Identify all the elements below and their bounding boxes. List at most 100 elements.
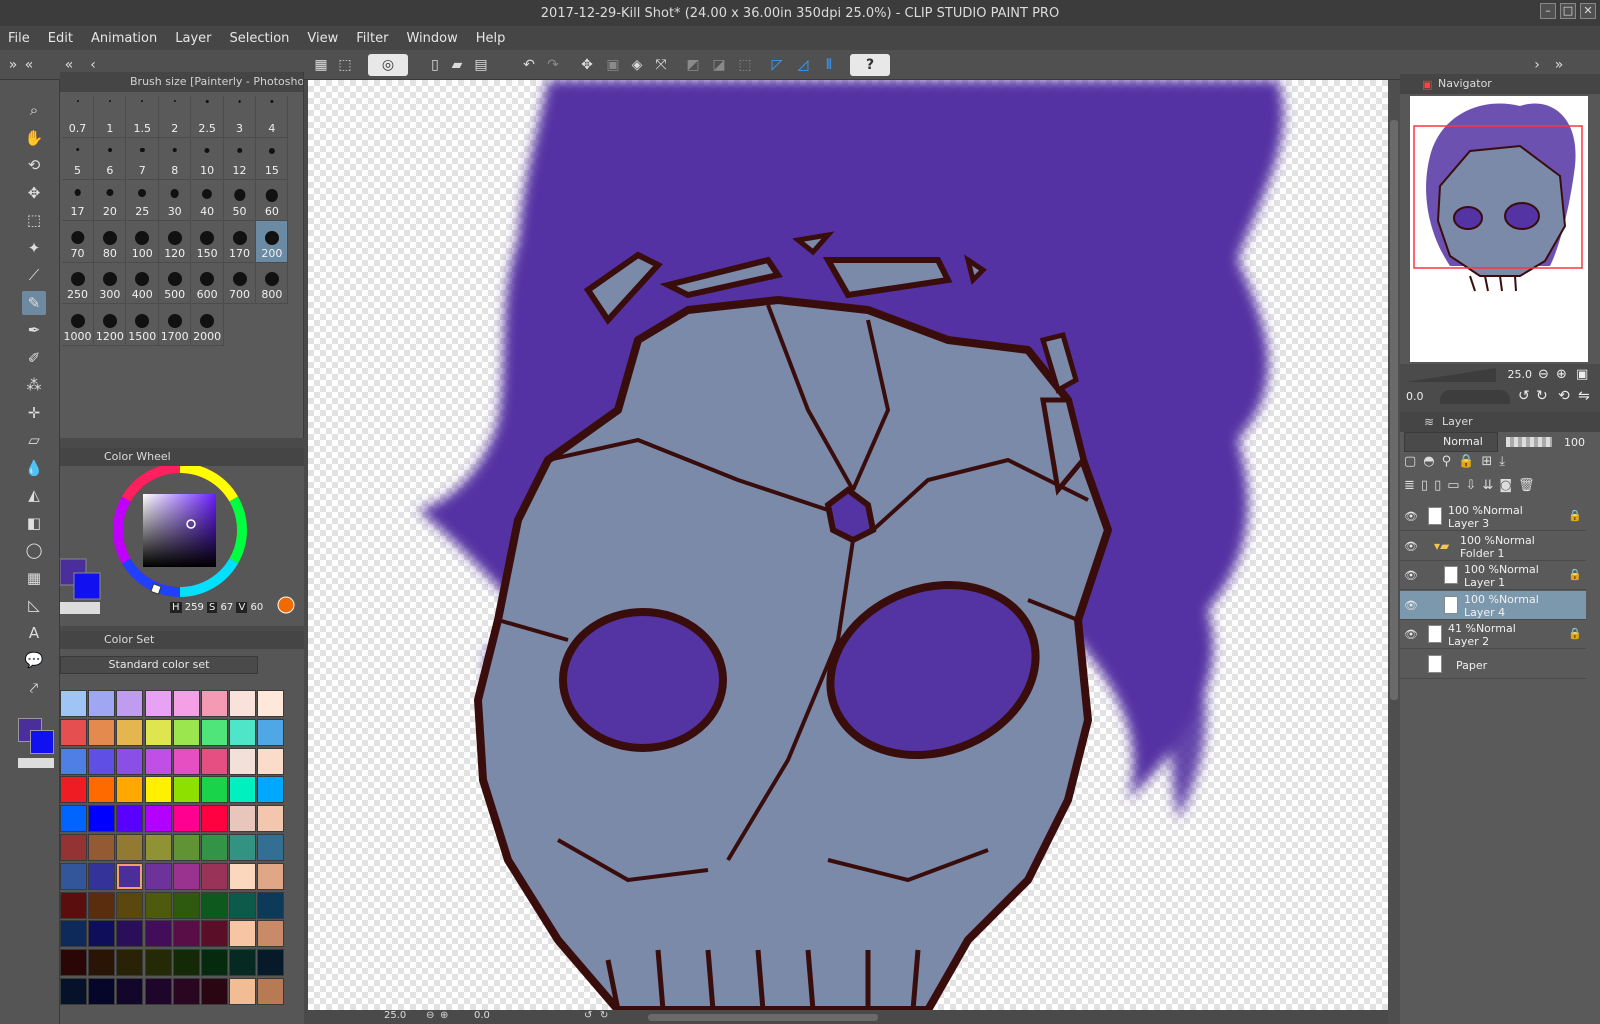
color-swatch[interactable] (257, 920, 285, 948)
color-swatch[interactable] (116, 891, 144, 919)
new-vector-layer-icon[interactable]: ▯ (1434, 478, 1447, 493)
color-swatch[interactable] (60, 920, 87, 948)
navigator-reset-rotation-icon[interactable]: ⟲ (1558, 388, 1570, 404)
color-set-dropdown[interactable]: Standard color set (60, 656, 258, 674)
color-swatch[interactable] (116, 920, 144, 948)
lock-transparency-icon[interactable]: ⊞ (1481, 454, 1499, 469)
clip-icon[interactable]: ⤓ (1499, 454, 1512, 469)
clear-selection-icon[interactable]: ▣ (604, 56, 622, 74)
decoration-icon[interactable]: ✛ (22, 401, 46, 425)
navigator-flip-icon[interactable]: ⇋ (1578, 388, 1590, 404)
maximize-icon[interactable]: □ (1560, 3, 1576, 19)
brush-size-8[interactable]: 8 (159, 137, 192, 180)
scale-icon[interactable]: ⤧ (652, 56, 670, 74)
ellipse-icon[interactable]: ◯ (22, 538, 46, 562)
collapse-left-icon-2[interactable]: « (20, 56, 38, 74)
brush-size-20[interactable]: 20 (94, 179, 127, 222)
layer-lock-icon[interactable]: 🔒 (1568, 627, 1582, 640)
frame-icon[interactable]: ▦ (22, 566, 46, 590)
color-swatch[interactable] (144, 747, 172, 775)
color-swatch[interactable] (229, 920, 257, 948)
brush-size-7[interactable]: 7 (126, 137, 159, 180)
gradient-icon[interactable]: ◧ (22, 511, 46, 535)
color-swatch[interactable] (201, 747, 228, 775)
color-swatch[interactable] (257, 862, 285, 890)
color-swatch[interactable] (144, 718, 172, 746)
layer-property-icon[interactable]: ▢ (1404, 454, 1423, 469)
color-swatch[interactable] (257, 690, 285, 717)
new-folder-icon[interactable]: ▭ (1447, 478, 1465, 493)
color-swatch[interactable] (116, 776, 144, 804)
color-swatch[interactable] (144, 978, 172, 1005)
color-swatch[interactable] (144, 949, 172, 977)
color-swatch[interactable] (172, 891, 200, 919)
menu-selection[interactable]: Selection (229, 31, 289, 46)
color-swatch[interactable] (229, 949, 257, 977)
color-swatch[interactable] (229, 834, 257, 861)
brush-size-70[interactable]: 70 (62, 220, 94, 263)
color-swatch[interactable] (116, 805, 144, 833)
brush-size-17[interactable]: 17 (62, 179, 94, 222)
brush-size-150[interactable]: 150 (191, 220, 224, 263)
selection-rect-icon[interactable]: ⬚ (22, 208, 46, 232)
horizontal-scroll-thumb[interactable] (648, 1014, 878, 1021)
layer-row[interactable]: 👁 ▾▰ 100 %Normal Folder 1 (1400, 532, 1586, 561)
transform-icon[interactable]: ✥ (578, 56, 596, 74)
text-icon[interactable]: A (22, 621, 46, 645)
brush-size-1200[interactable]: 1200 (94, 304, 127, 346)
vertical-scroll-thumb[interactable] (1390, 120, 1398, 700)
menu-window[interactable]: Window (406, 31, 457, 46)
color-swatch[interactable] (257, 747, 285, 775)
save-icon[interactable]: ▤ (472, 56, 490, 74)
tone-icon[interactable]: ◪ (710, 56, 728, 74)
color-swatch[interactable] (144, 690, 172, 717)
color-swatch[interactable] (229, 862, 257, 890)
menu-animation[interactable]: Animation (91, 31, 157, 46)
brush-size-120[interactable]: 120 (159, 220, 192, 263)
color-swatch[interactable] (229, 690, 257, 717)
color-swatch[interactable] (144, 776, 172, 804)
layer-row[interactable]: 👁 100 %Normal Layer 1 🔒 (1400, 561, 1586, 590)
color-swatch[interactable] (257, 834, 285, 861)
zoom-slider[interactable] (1406, 368, 1496, 382)
brush-size-600[interactable]: 600 (191, 262, 224, 305)
color-swatch[interactable] (116, 949, 144, 977)
eraser-icon[interactable]: ▱ (22, 428, 46, 452)
color-swatch[interactable] (257, 776, 285, 804)
grid-icon[interactable]: ▦ (312, 56, 330, 74)
brush-size-1.5[interactable]: 1.5 (126, 96, 159, 138)
color-swatch[interactable] (201, 862, 228, 890)
color-swatch[interactable] (172, 834, 200, 861)
color-swatch[interactable] (144, 834, 172, 861)
brush-size-5[interactable]: 5 (62, 137, 94, 180)
color-swatch[interactable] (60, 834, 87, 861)
brush-size-700[interactable]: 700 (224, 262, 256, 305)
color-swatch[interactable] (172, 776, 200, 804)
brush-size-2.5[interactable]: 2.5 (191, 96, 224, 138)
minimize-icon[interactable]: – (1540, 3, 1556, 19)
rotation-slider[interactable] (1440, 390, 1510, 404)
color-swatch[interactable] (229, 776, 257, 804)
brush-size-40[interactable]: 40 (191, 179, 224, 222)
brush-size-250[interactable]: 250 (62, 262, 94, 305)
menu-edit[interactable]: Edit (48, 31, 73, 46)
menu-help[interactable]: Help (476, 31, 506, 46)
menu-view[interactable]: View (307, 31, 338, 46)
color-swatch[interactable] (88, 891, 116, 919)
color-swatch[interactable] (88, 690, 116, 717)
navigator-zoom-value[interactable]: 25.0 (1498, 368, 1533, 381)
snap-ruler-icon[interactable]: ◸ (768, 56, 786, 74)
brush-size-100[interactable]: 100 (126, 220, 159, 263)
color-swatch[interactable] (172, 718, 200, 746)
arrow-right-icon[interactable]: › (1528, 56, 1546, 74)
brush-size-10[interactable]: 10 (191, 137, 224, 180)
lock-layer-icon[interactable]: 🔒 (1458, 454, 1481, 469)
brush-size-30[interactable]: 30 (159, 179, 192, 222)
brush-icon[interactable]: ✎ (22, 290, 46, 315)
color-swatch[interactable] (88, 747, 116, 775)
brush-size-0.7[interactable]: 0.7 (62, 96, 94, 138)
color-mode-icon[interactable] (277, 596, 295, 614)
color-swatch[interactable] (257, 718, 285, 746)
color-swatch[interactable] (229, 718, 257, 746)
brush-size-170[interactable]: 170 (224, 220, 256, 263)
